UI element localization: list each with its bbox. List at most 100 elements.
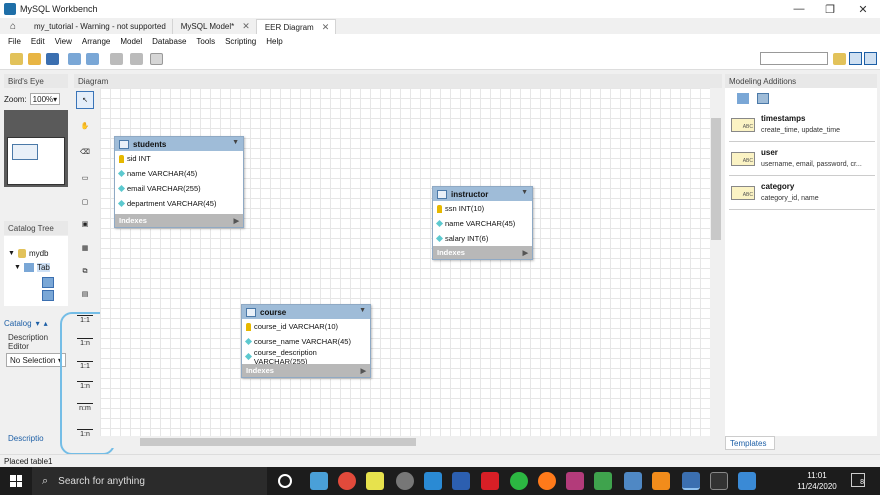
app-icon[interactable]: [396, 472, 414, 490]
tab-catalog[interactable]: Catalog: [4, 319, 32, 328]
indexes-section[interactable]: Indexes ▶: [242, 364, 370, 377]
vertical-scrollbar[interactable]: [710, 88, 722, 436]
table-icon[interactable]: [42, 290, 54, 301]
indexes-section[interactable]: Indexes ▶: [115, 214, 243, 227]
menu-help[interactable]: Help: [261, 37, 287, 46]
chrome-icon[interactable]: [338, 472, 356, 490]
close-tab-icon[interactable]: ✕: [242, 21, 250, 32]
table-tool-icon[interactable]: ▦: [76, 239, 94, 257]
menu-model[interactable]: Model: [115, 37, 147, 46]
tab-model[interactable]: MySQL Model* ✕: [173, 19, 257, 34]
menu-arrange[interactable]: Arrange: [77, 37, 115, 46]
notification-center-icon[interactable]: 8: [851, 473, 865, 487]
template-timestamps[interactable]: ABC timestamps create_time, update_time: [729, 110, 875, 142]
image-tool-icon[interactable]: ▣: [76, 215, 94, 233]
home-icon[interactable]: ⌂: [0, 19, 26, 34]
app-icon[interactable]: [310, 472, 328, 490]
menu-scripting[interactable]: Scripting: [220, 37, 261, 46]
diagram-canvas[interactable]: students ▼ sid INT name VARCHAR(45) emai…: [100, 88, 710, 436]
entity-course[interactable]: course ▼ course_id VARCHAR(10) course_na…: [241, 304, 371, 378]
scrollbar-thumb[interactable]: [140, 438, 416, 446]
scrollbar-thumb[interactable]: [711, 118, 721, 240]
netflix-icon[interactable]: [481, 472, 499, 490]
zoom-select[interactable]: 100% ▾: [29, 93, 60, 105]
menu-file[interactable]: File: [3, 37, 26, 46]
column-row[interactable]: sid INT: [115, 151, 243, 166]
menu-edit[interactable]: Edit: [26, 37, 50, 46]
column-row[interactable]: name VARCHAR(45): [115, 166, 243, 181]
collapse-arrow-icon[interactable]: ▼: [359, 307, 366, 314]
save-model-icon[interactable]: [46, 53, 59, 65]
align-objects-icon[interactable]: [130, 53, 143, 65]
expand-icon[interactable]: ▼: [14, 264, 21, 271]
menu-tools[interactable]: Tools: [191, 37, 220, 46]
app-icon[interactable]: [594, 472, 612, 490]
entity-header[interactable]: course ▼: [242, 305, 370, 319]
maximize-icon[interactable]: ❐: [815, 0, 845, 18]
tree-node-mydb[interactable]: ▼ mydb: [8, 249, 49, 258]
horizontal-scrollbar[interactable]: [100, 436, 710, 448]
eraser-tool-icon[interactable]: ⌫: [76, 143, 94, 161]
templates-tab[interactable]: Templates: [725, 436, 775, 450]
toggle-secondary-sidebar-icon[interactable]: [864, 52, 877, 65]
redo-icon[interactable]: [86, 53, 99, 65]
arrow-down-icon[interactable]: ▾: [36, 319, 40, 328]
cortana-icon[interactable]: [278, 474, 292, 488]
collapse-arrow-icon[interactable]: ▼: [232, 139, 239, 146]
column-row[interactable]: department VARCHAR(45): [115, 196, 243, 211]
template-category[interactable]: ABC category category_id, name: [729, 178, 875, 210]
expand-arrow-icon[interactable]: ▶: [361, 367, 366, 375]
view-tool-icon[interactable]: ⧉: [76, 263, 94, 281]
collapse-arrow-icon[interactable]: ▼: [521, 189, 528, 196]
tab-eer-diagram[interactable]: EER Diagram ✕: [256, 19, 337, 34]
menu-view[interactable]: View: [50, 37, 77, 46]
snippet-table-icon[interactable]: [757, 93, 769, 104]
firefox-icon[interactable]: [538, 472, 556, 490]
column-row[interactable]: salary INT(6): [433, 231, 532, 246]
entity-header[interactable]: instructor ▼: [433, 187, 532, 201]
entity-header[interactable]: students ▼: [115, 137, 243, 151]
app-icon[interactable]: [738, 472, 756, 490]
xampp-icon[interactable]: [652, 472, 670, 490]
vscode-icon[interactable]: [424, 472, 442, 490]
birdseye-viewport[interactable]: [7, 137, 65, 185]
entity-instructor[interactable]: instructor ▼ ssn INT(10) name VARCHAR(45…: [432, 186, 533, 260]
search-icon[interactable]: [833, 53, 846, 65]
column-row[interactable]: course_id VARCHAR(10): [242, 319, 370, 334]
app-icon[interactable]: [452, 472, 470, 490]
mysql-workbench-icon[interactable]: [682, 472, 700, 490]
pointer-tool-icon[interactable]: ↖: [76, 91, 94, 109]
start-button[interactable]: [0, 467, 32, 495]
expand-arrow-icon[interactable]: ▶: [234, 217, 239, 225]
close-icon[interactable]: ✕: [848, 0, 878, 18]
template-user[interactable]: ABC user username, email, password, cr..…: [729, 144, 875, 176]
app-icon[interactable]: [566, 472, 584, 490]
table-icon[interactable]: [42, 277, 54, 288]
terminal-icon[interactable]: [710, 472, 728, 490]
app-icon[interactable]: [366, 472, 384, 490]
snippet-action-icon[interactable]: [737, 93, 749, 104]
routine-group-tool-icon[interactable]: ▤: [76, 285, 94, 303]
close-tab-icon[interactable]: ✕: [322, 22, 330, 33]
tree-node-tables[interactable]: ▼ Tab: [14, 263, 50, 272]
description-select[interactable]: No Selection ▾: [6, 353, 66, 367]
layer-tool-icon[interactable]: ▭: [76, 169, 94, 187]
column-row[interactable]: email VARCHAR(255): [115, 181, 243, 196]
new-model-icon[interactable]: [10, 53, 23, 65]
validate-model-icon[interactable]: [150, 53, 163, 65]
undo-icon[interactable]: [68, 53, 81, 65]
hand-tool-icon[interactable]: ✋: [76, 117, 94, 135]
column-row[interactable]: name VARCHAR(45): [433, 216, 532, 231]
taskbar-search[interactable]: ⌕ Search for anything: [32, 467, 267, 495]
toolbar-search-input[interactable]: [760, 52, 828, 65]
column-row[interactable]: course_description VARCHAR(255): [242, 348, 370, 366]
toggle-grid-icon[interactable]: [110, 53, 123, 65]
whatsapp-icon[interactable]: [510, 472, 528, 490]
toggle-sidebar-icon[interactable]: [849, 52, 862, 65]
note-tool-icon[interactable]: ▢: [76, 193, 94, 211]
expand-icon[interactable]: ▼: [8, 250, 15, 257]
expand-arrow-icon[interactable]: ▶: [523, 249, 528, 257]
arrow-up-icon[interactable]: ▴: [44, 319, 48, 328]
column-row[interactable]: ssn INT(10): [433, 201, 532, 216]
menu-database[interactable]: Database: [147, 37, 191, 46]
